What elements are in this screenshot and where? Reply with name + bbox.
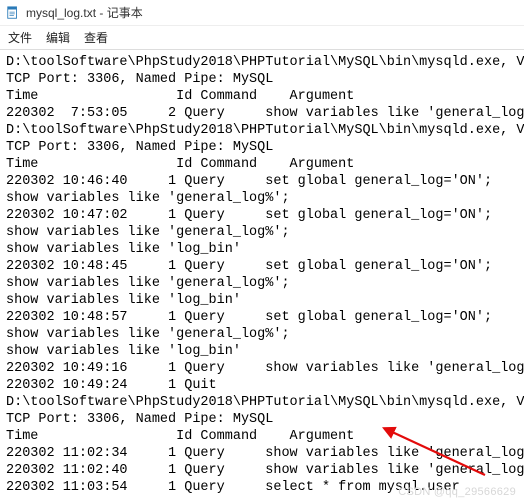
window-title: mysql_log.txt - 记事本 [26, 4, 143, 21]
menu-edit[interactable]: 编辑 [46, 29, 70, 46]
menu-bar: 文件 编辑 查看 [0, 26, 524, 50]
watermark: CSDN @qq_29566629 [398, 486, 516, 498]
title-bar: mysql_log.txt - 记事本 [0, 0, 524, 26]
text-content[interactable]: D:\toolSoftware\PhpStudy2018\PHPTutorial… [0, 50, 524, 498]
menu-file[interactable]: 文件 [8, 29, 32, 46]
menu-view[interactable]: 查看 [84, 29, 108, 46]
notepad-icon [6, 6, 20, 20]
